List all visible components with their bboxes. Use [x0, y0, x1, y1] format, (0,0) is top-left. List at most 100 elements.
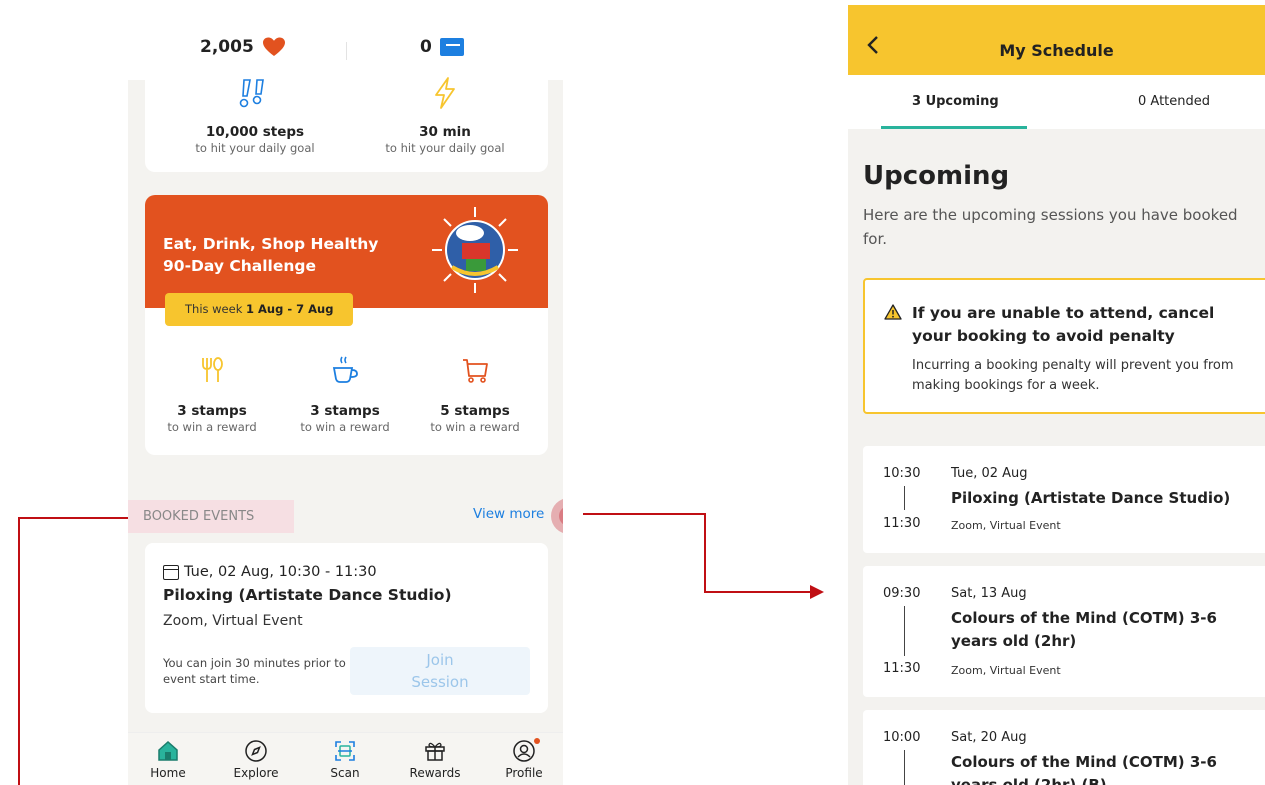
- warning-body: Incurring a booking penalty will prevent…: [912, 358, 1234, 393]
- footsteps-icon: [239, 79, 264, 108]
- app-header: My Schedule: [848, 5, 1265, 75]
- session-venue: Zoom, Virtual Event: [951, 519, 1061, 532]
- warning-icon: [884, 304, 902, 320]
- tab-profile[interactable]: Profile: [484, 736, 563, 780]
- notification-dot: [534, 738, 540, 744]
- compass-icon: [245, 740, 267, 762]
- join-note: You can join 30 minutes prior to event s…: [163, 656, 346, 686]
- booked-event-card[interactable]: Tue, 02 Aug, 10:30 - 11:30 Piloxing (Art…: [145, 543, 548, 713]
- coins-stat[interactable]: 0: [420, 37, 464, 57]
- tab-label: Rewards: [409, 766, 461, 780]
- tab-label: Profile: [505, 766, 543, 780]
- scan-icon: [335, 741, 355, 761]
- challenge-card[interactable]: Eat, Drink, Shop Healthy 90-Day Challeng…: [145, 195, 548, 455]
- hearts-count: 2,005: [200, 37, 254, 57]
- daily-goals-card: 10,000 steps to hit your daily goal 30 m…: [145, 68, 548, 172]
- week-range-pill: This week 1 Aug - 7 Aug: [165, 293, 354, 326]
- home-screen: 2,005 0 10,000 steps to hit your daily g…: [128, 20, 563, 785]
- event-title: Piloxing (Artistate Dance Studio): [163, 586, 452, 604]
- hearts-stat[interactable]: 2,005: [200, 37, 286, 57]
- calendar-icon: [163, 564, 179, 580]
- tab-home[interactable]: Home: [128, 736, 208, 780]
- tap-indicator: [551, 498, 563, 534]
- session-end: 11:30: [883, 516, 921, 531]
- shop-stamps: 5 stamps to win a reward: [415, 355, 535, 434]
- tab-explore[interactable]: Explore: [216, 736, 296, 780]
- page-title: My Schedule: [999, 41, 1114, 60]
- join-label-line1: Join: [426, 651, 454, 669]
- week-prefix: This week: [185, 302, 243, 316]
- screenshot-stage: 2,005 0 10,000 steps to hit your daily g…: [0, 0, 1265, 785]
- annotation-line-right-vertical: [704, 513, 706, 593]
- session-time-line: [904, 486, 905, 510]
- tab-label: Scan: [330, 766, 360, 780]
- voucher-icon: [439, 38, 464, 56]
- view-more-link[interactable]: View more: [473, 506, 544, 522]
- profile-icon: [513, 740, 535, 762]
- my-schedule-screen: My Schedule 3 Upcoming 0 Attended Upcomi…: [848, 5, 1265, 785]
- stamp-value: 3 stamps: [177, 403, 247, 419]
- heart-icon: [262, 37, 285, 56]
- arrowhead-icon: [810, 585, 824, 599]
- annotation-line-left-horizontal: [18, 517, 128, 519]
- shopping-cart-icon: [463, 359, 488, 383]
- tab-scan[interactable]: Scan: [305, 736, 385, 780]
- challenge-logo: [432, 207, 518, 293]
- minutes-goal: 30 min to hit your daily goal: [360, 76, 530, 155]
- session-card[interactable]: 10:30 11:30 Tue, 02 Aug Piloxing (Artist…: [863, 446, 1265, 553]
- session-start: 10:00: [883, 730, 921, 745]
- session-title: Piloxing (Artistate Dance Studio): [951, 489, 1231, 507]
- warning-title: If you are unable to attend, cancel your…: [912, 304, 1215, 345]
- gift-icon: [425, 742, 445, 761]
- session-time-line: [904, 750, 905, 785]
- penalty-warning: If you are unable to attend, cancel your…: [863, 278, 1265, 414]
- event-date-text: Tue, 02 Aug, 10:30 - 11:30: [184, 564, 377, 580]
- session-start: 10:30: [883, 466, 921, 481]
- challenge-title-line1: Eat, Drink, Shop Healthy: [163, 235, 379, 253]
- tab-label: Home: [150, 766, 186, 780]
- challenge-title: Eat, Drink, Shop Healthy 90-Day Challeng…: [163, 233, 423, 277]
- session-title: Colours of the Mind (COTM) 3-6 years old…: [951, 609, 1217, 650]
- steps-goal: 10,000 steps to hit your daily goal: [170, 76, 340, 155]
- drink-stamps: 3 stamps to win a reward: [285, 355, 405, 434]
- goal-value: 10,000 steps: [205, 124, 305, 140]
- annotation-line-right-top: [583, 513, 705, 515]
- goal-subtext: to hit your daily goal: [195, 141, 315, 155]
- goal-subtext: to hit your daily goal: [385, 141, 505, 155]
- coins-count: 0: [420, 37, 432, 57]
- stamp-value: 5 stamps: [440, 403, 510, 419]
- challenge-banner: Eat, Drink, Shop Healthy 90-Day Challeng…: [145, 195, 548, 308]
- coffee-cup-icon: [332, 356, 358, 383]
- stamp-subtext: to win a reward: [167, 420, 257, 434]
- bottom-tab-bar: Home Explore Scan Rewards Profile: [128, 732, 563, 785]
- food-stamps: 3 stamps to win a reward: [152, 355, 272, 434]
- booked-events-label: BOOKED EVENTS: [128, 500, 294, 533]
- session-title: Colours of the Mind (COTM) 3-6 years old…: [951, 753, 1217, 785]
- session-venue: Zoom, Virtual Event: [951, 664, 1061, 677]
- active-tab-indicator: [881, 126, 1027, 129]
- tab-label: Explore: [233, 766, 279, 780]
- session-start: 09:30: [883, 586, 921, 601]
- event-venue: Zoom, Virtual Event: [163, 613, 303, 629]
- tab-attended[interactable]: 0 Attended: [1138, 94, 1210, 109]
- session-time-line: [904, 606, 905, 656]
- stats-divider: [346, 42, 347, 60]
- join-session-button[interactable]: Join Session: [350, 647, 530, 695]
- session-end: 11:30: [883, 661, 921, 676]
- session-card[interactable]: 09:30 11:30 Sat, 13 Aug Colours of the M…: [863, 566, 1265, 697]
- lightning-icon: [435, 77, 455, 109]
- stamp-subtext: to win a reward: [300, 420, 390, 434]
- stamp-subtext: to win a reward: [430, 420, 520, 434]
- goal-value: 30 min: [419, 124, 471, 140]
- home-icon: [158, 740, 178, 761]
- session-date: Sat, 20 Aug: [951, 730, 1027, 745]
- upcoming-heading: Upcoming: [863, 161, 1010, 191]
- upcoming-description: Here are the upcoming sessions you have …: [863, 206, 1238, 248]
- session-date: Tue, 02 Aug: [951, 466, 1028, 481]
- tab-upcoming[interactable]: 3 Upcoming: [912, 94, 999, 109]
- challenge-title-line2: 90-Day Challenge: [163, 257, 317, 275]
- session-card[interactable]: 10:00 Sat, 20 Aug Colours of the Mind (C…: [863, 710, 1265, 785]
- fork-spoon-icon: [202, 357, 223, 382]
- tab-rewards[interactable]: Rewards: [395, 736, 475, 780]
- stamp-value: 3 stamps: [310, 403, 380, 419]
